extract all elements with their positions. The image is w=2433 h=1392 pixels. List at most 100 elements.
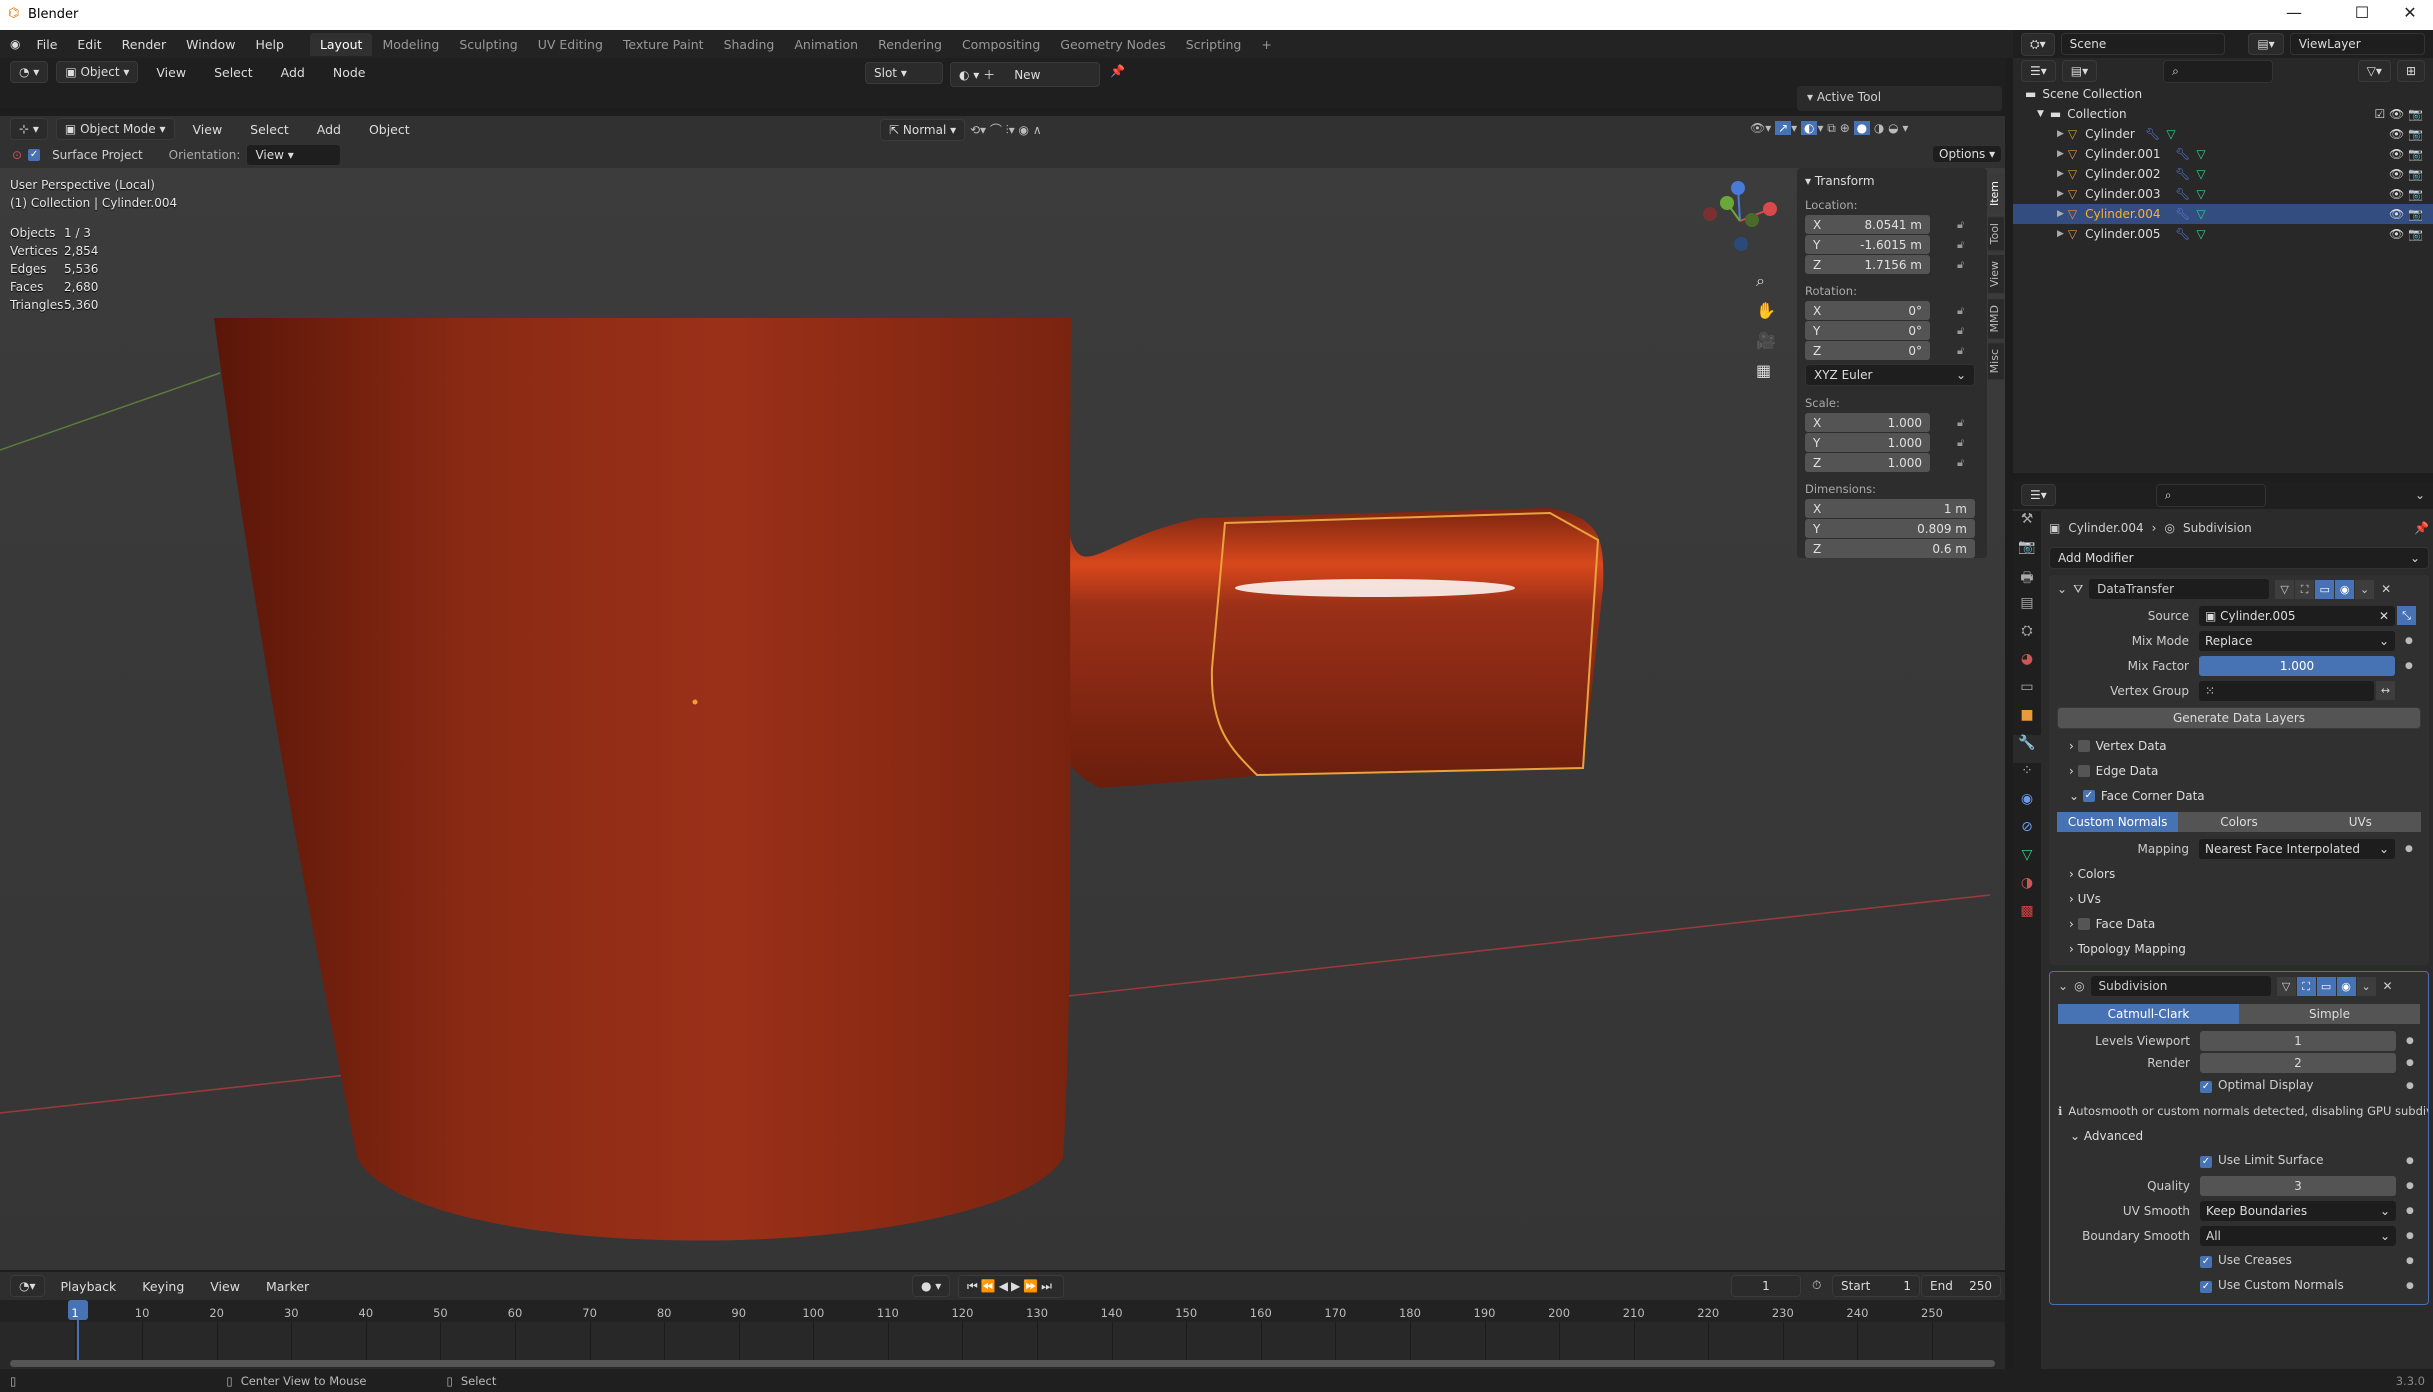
scene-tab-icon[interactable]: ⛭ bbox=[2013, 623, 2041, 651]
dimensions-z-field[interactable]: Z 0.6 m bbox=[1805, 539, 1975, 558]
outliner-object-row[interactable]: ▶ ▽ Cylinder.002 🔧︎ ▽ 👁 📷 bbox=[2013, 164, 2433, 184]
shading-mode-icons[interactable]: 👁▾ ↗ ▾ ◐ ▾ ⧉ ⊕ ● ◑ ◒ ▾ bbox=[1750, 121, 1908, 136]
collection-row[interactable]: ▼ ▬ Collection ☑ 👁 📷 bbox=[2013, 104, 2433, 124]
tab-animation[interactable]: Animation bbox=[784, 33, 868, 56]
outliner-object-row[interactable]: ▶ ▽ Cylinder 🔧︎ ▽ 👁 📷 bbox=[2013, 124, 2433, 144]
location-z-field[interactable]: Z 1.7156 m bbox=[1805, 255, 1930, 274]
scene-collection-row[interactable]: ▬ Scene Collection bbox=[2013, 84, 2433, 104]
menu-select[interactable]: Select bbox=[204, 65, 263, 80]
mesh-data-icon[interactable]: ▽ bbox=[2196, 187, 2205, 201]
tab-layout[interactable]: Layout bbox=[309, 32, 373, 56]
particles-tab-icon[interactable]: ⁘ bbox=[2013, 763, 2041, 791]
dimensions-y-field[interactable]: Y 0.809 m bbox=[1805, 519, 1975, 538]
tab-sculpting[interactable]: Sculpting bbox=[449, 33, 527, 56]
modifier-menu-icon[interactable]: ⌄ bbox=[2356, 976, 2376, 996]
lock-icon[interactable]: 🔓︎ bbox=[1957, 416, 1964, 430]
transform-orientation-dropdown[interactable]: ⇱ Normal ▾ bbox=[880, 119, 966, 141]
playback-controls[interactable]: ⏮⏪◀▶⏩⏭ bbox=[958, 1275, 1064, 1298]
cage-toggle-icon[interactable]: ⛶ bbox=[2295, 579, 2315, 599]
vp-menu-object[interactable]: Object bbox=[359, 122, 420, 137]
menu-edit[interactable]: Edit bbox=[67, 37, 111, 52]
mix-factor-slider[interactable]: 1.000 bbox=[2199, 655, 2395, 676]
modifier-tab-icon[interactable]: 🔧 bbox=[2013, 735, 2041, 763]
vertex-group-field[interactable]: ⁙ bbox=[2199, 680, 2374, 701]
lock-icon[interactable]: 🔓︎ bbox=[1957, 344, 1964, 358]
lock-icon[interactable]: 🔓︎ bbox=[1957, 258, 1964, 272]
visibility-icons[interactable]: 👁 📷 bbox=[2389, 207, 2423, 221]
object-type-dropdown[interactable]: ▣ Object ▾ bbox=[56, 61, 139, 83]
scene-name-field[interactable]: Scene bbox=[2060, 33, 2225, 55]
face-corner-data-panel[interactable]: ⌄ ✓ Face Corner Data bbox=[2049, 783, 2429, 808]
mapping-dropdown[interactable]: Nearest Face Interpolated ⌄ bbox=[2199, 838, 2395, 859]
tab-texture-paint[interactable]: Texture Paint bbox=[613, 33, 714, 56]
keying-menu[interactable]: Keying bbox=[132, 1279, 194, 1294]
display-mode-dropdown[interactable]: ☰▾ bbox=[2021, 60, 2056, 82]
tool-tab-icon[interactable]: ⚒ bbox=[2013, 511, 2041, 539]
edge-data-panel[interactable]: › Edge Data bbox=[2049, 758, 2429, 783]
navigation-gizmo[interactable] bbox=[1695, 176, 1785, 266]
texture-tab-icon[interactable]: ▩ bbox=[2013, 903, 2041, 931]
new-collection-button[interactable]: ⊞ bbox=[2396, 60, 2425, 82]
lock-icon[interactable]: 🔓︎ bbox=[1957, 238, 1964, 252]
visibility-icons[interactable]: 👁 📷 bbox=[2389, 167, 2423, 181]
minimize-button[interactable]: — bbox=[2272, 3, 2316, 27]
custom-normals-tab[interactable]: Custom Normals bbox=[2057, 812, 2179, 832]
menu-render[interactable]: Render bbox=[112, 37, 177, 52]
mix-mode-dropdown[interactable]: Replace ⌄ bbox=[2199, 630, 2395, 651]
transform-header[interactable]: ▾ Transform bbox=[1805, 174, 1979, 188]
maximize-button[interactable]: ☐ bbox=[2340, 3, 2384, 27]
modifier-wrench-icon[interactable]: 🔧︎ bbox=[2175, 187, 2190, 201]
invert-icon[interactable]: ↔ bbox=[2376, 681, 2395, 700]
stopwatch-icon[interactable]: ⏱ bbox=[1812, 1278, 1821, 1293]
slot-dropdown[interactable]: Slot ▾ bbox=[865, 62, 943, 84]
mode-dropdown[interactable]: ▣ Object Mode ▾ bbox=[55, 118, 175, 140]
menu-node[interactable]: Node bbox=[323, 65, 376, 80]
modifier-wrench-icon[interactable]: 🔧︎ bbox=[2175, 227, 2190, 241]
colors-subpanel[interactable]: › Colors bbox=[2049, 861, 2429, 886]
visibility-icons[interactable]: 👁 📷 bbox=[2389, 147, 2423, 161]
simple-tab[interactable]: Simple bbox=[2239, 1004, 2420, 1024]
menu-view[interactable]: View bbox=[146, 65, 196, 80]
outliner-search[interactable]: ⌕ bbox=[2163, 59, 2274, 83]
start-frame-field[interactable]: Start 1 bbox=[1832, 1275, 1920, 1297]
close-button[interactable]: ✕ bbox=[2388, 3, 2432, 27]
lock-icon[interactable]: 🔓︎ bbox=[1957, 456, 1964, 470]
snap-proportional-icons[interactable]: ⟲▾ ⌒ ⫶▾ ◉ ∧ bbox=[970, 121, 1042, 138]
world-tab-icon[interactable]: ◕ bbox=[2013, 651, 2041, 679]
uv-smooth-dropdown[interactable]: Keep Boundaries ⌄ bbox=[2200, 1200, 2396, 1221]
modifier-wrench-icon[interactable]: 🔧︎ bbox=[2175, 167, 2190, 181]
scale-x-field[interactable]: X 1.000 bbox=[1805, 413, 1930, 432]
filter-view-dropdown[interactable]: ▤▾ bbox=[2061, 60, 2098, 82]
expand-arrow-icon[interactable]: ▼ bbox=[2037, 109, 2044, 119]
visibility-icons[interactable]: 👁 📷 bbox=[2389, 227, 2423, 241]
tab-geometry-nodes[interactable]: Geometry Nodes bbox=[1050, 33, 1175, 56]
output-tab-icon[interactable]: 🖶 bbox=[2013, 567, 2041, 595]
view-layer-selector[interactable]: ▤▾ bbox=[2248, 33, 2284, 55]
vp-menu-select[interactable]: Select bbox=[240, 122, 299, 137]
orientation-dropdown[interactable]: View ▾ bbox=[246, 144, 342, 166]
tab-uv-editing[interactable]: UV Editing bbox=[528, 33, 613, 56]
3d-viewport[interactable]: User Perspective (Local) (1) Collection … bbox=[0, 116, 2005, 1270]
constraints-tab-icon[interactable]: ⊘ bbox=[2013, 819, 2041, 847]
expand-arrow-icon[interactable]: ▶ bbox=[2057, 149, 2064, 159]
mesh-data-icon[interactable]: ▽ bbox=[2196, 207, 2205, 221]
modifier-menu-icon[interactable]: ⌄ bbox=[2355, 579, 2375, 599]
filter-icon[interactable]: ▽▾ bbox=[2357, 60, 2391, 82]
cage-toggle-icon[interactable]: ⛶ bbox=[2296, 976, 2316, 996]
outliner-object-row[interactable]: ▶ ▽ Cylinder.004 🔧︎ ▽ 👁 📷 bbox=[2013, 204, 2433, 224]
menu-window[interactable]: Window bbox=[176, 37, 245, 52]
mesh-data-icon[interactable]: ▽ bbox=[2196, 167, 2205, 181]
view-layer-tab-icon[interactable]: ▤ bbox=[2013, 595, 2041, 623]
vertex-data-panel[interactable]: › Vertex Data bbox=[2049, 733, 2429, 758]
expand-arrow-icon[interactable]: ▶ bbox=[2057, 129, 2064, 139]
playback-menu[interactable]: Playback bbox=[51, 1279, 127, 1294]
surface-project-checkbox[interactable]: ✓ bbox=[28, 149, 41, 161]
collapse-icon[interactable]: ⌄ bbox=[2058, 979, 2068, 993]
modifier-wrench-icon[interactable]: 🔧︎ bbox=[2175, 207, 2190, 221]
lock-icon[interactable]: 🔓︎ bbox=[1957, 324, 1964, 338]
expand-arrow-icon[interactable]: ▶ bbox=[2057, 209, 2064, 219]
location-y-field[interactable]: Y -1.6015 m bbox=[1805, 235, 1930, 254]
end-frame-field[interactable]: End 250 bbox=[1921, 1275, 2001, 1297]
sidebar-tab-mmd[interactable]: MMD bbox=[1987, 297, 2005, 339]
timeline-editor-type[interactable]: ◔▾ bbox=[10, 1275, 45, 1297]
